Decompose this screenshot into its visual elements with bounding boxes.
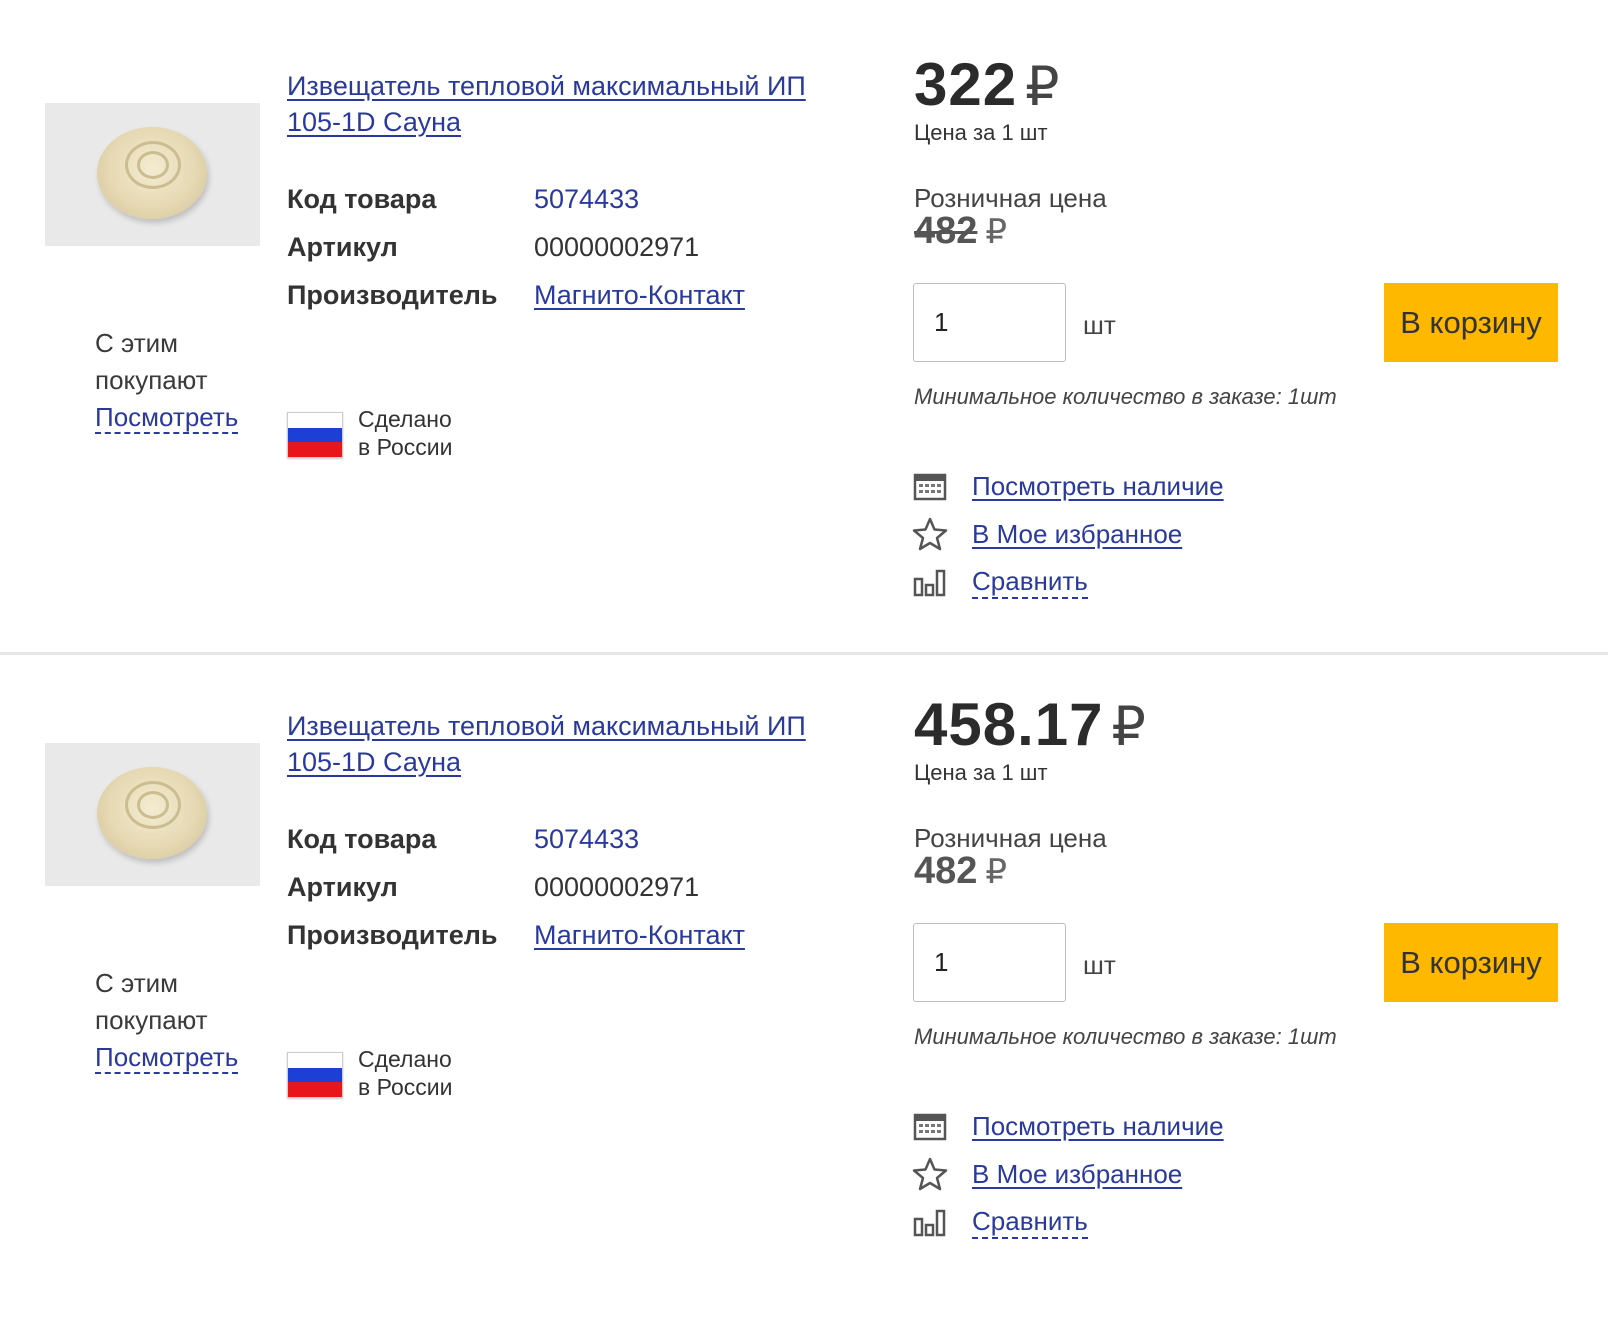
price: 458.17 ₽	[914, 690, 1147, 762]
also-buy-block: С этим покупают Посмотреть	[95, 325, 239, 436]
quantity-unit: шт	[1083, 950, 1116, 980]
made-in-line2: в России	[358, 1074, 453, 1100]
made-in-line1: Сделано	[358, 406, 452, 432]
product-card: С этим покупают Посмотреть Извещатель те…	[0, 0, 1608, 640]
product-specs: Код товара 5074433 Артикул 00000002971 Про…	[287, 815, 745, 959]
also-buy-link[interactable]: Посмотреть	[95, 402, 239, 434]
favorites-link[interactable]: В Мое избранное	[972, 519, 1182, 550]
also-buy-line1: С этим	[95, 968, 179, 998]
compare-link[interactable]: Сравнить	[972, 566, 1088, 599]
spec-article-value: 00000002971	[534, 232, 700, 262]
spec-code-value: 5074433	[534, 184, 640, 214]
product-specs: Код товара 5074433 Артикул 00000002971 Про…	[287, 175, 745, 319]
product-card: С этим покупают Посмотреть Извещатель те…	[0, 640, 1608, 1280]
price-per-unit: Цена за 1 шт	[914, 760, 1048, 785]
bar-chart-icon	[912, 564, 948, 600]
quantity-input[interactable]	[913, 923, 1066, 1002]
made-in-line2: в России	[358, 434, 453, 460]
compare-link[interactable]: Сравнить	[972, 1206, 1088, 1239]
spec-maker-label: Производитель	[287, 920, 498, 950]
availability-link[interactable]: Посмотреть наличие	[972, 471, 1224, 502]
retail-price-value: 482	[914, 210, 978, 252]
product-actions: Посмотреть наличие В Мое избранное Сравн…	[912, 462, 1224, 606]
spec-article-value: 00000002971	[534, 872, 700, 902]
spec-code-label: Код товара	[287, 824, 437, 854]
min-order-note: Минимальное количество в заказе: 1шт	[914, 384, 1337, 409]
star-icon	[912, 516, 948, 552]
also-buy-line2: покупают	[95, 365, 208, 395]
calendar-icon	[912, 1108, 948, 1144]
made-in-label: Сделано в России	[358, 1045, 452, 1101]
retail-price: 482 ₽	[914, 210, 1007, 253]
also-buy-block: С этим покупают Посмотреть	[95, 965, 239, 1076]
product-title-link[interactable]: Извещатель тепловой максимальный ИП 105-…	[287, 71, 806, 137]
spec-maker-link[interactable]: Магнито-Контакт	[534, 920, 745, 950]
product-title: Извещатель тепловой максимальный ИП 105-…	[287, 708, 847, 780]
spec-article-label: Артикул	[287, 872, 398, 902]
product-actions: Посмотреть наличие В Мое избранное Сравн…	[912, 1102, 1224, 1246]
spec-code-label: Код товара	[287, 184, 437, 214]
product-title: Извещатель тепловой максимальный ИП 105-…	[287, 68, 847, 140]
availability-link[interactable]: Посмотреть наличие	[972, 1111, 1224, 1142]
also-buy-line1: С этим	[95, 328, 179, 358]
retail-currency-symbol: ₽	[985, 853, 1008, 891]
price-value: 458.17	[914, 691, 1104, 758]
product-image[interactable]	[45, 743, 260, 886]
min-order-note: Минимальное количество в заказе: 1шт	[914, 1024, 1337, 1049]
spec-code-value: 5074433	[534, 824, 640, 854]
also-buy-link[interactable]: Посмотреть	[95, 1042, 239, 1074]
star-icon	[912, 1156, 948, 1192]
product-title-link[interactable]: Извещатель тепловой максимальный ИП 105-…	[287, 711, 806, 777]
spec-article-label: Артикул	[287, 232, 398, 262]
bar-chart-icon	[912, 1204, 948, 1240]
currency-symbol: ₽	[1025, 57, 1061, 117]
retail-price: 482 ₽	[914, 850, 1007, 893]
also-buy-line2: покупают	[95, 1005, 208, 1035]
made-in-label: Сделано в России	[358, 405, 452, 461]
spec-maker-link[interactable]: Магнито-Контакт	[534, 280, 745, 310]
made-in-line1: Сделано	[358, 1046, 452, 1072]
price-value: 322	[914, 51, 1018, 118]
quantity-input[interactable]	[913, 283, 1066, 362]
spec-maker-label: Производитель	[287, 280, 498, 310]
calendar-icon	[912, 468, 948, 504]
russia-flag-icon	[287, 412, 343, 458]
currency-symbol: ₽	[1111, 697, 1147, 757]
price: 322 ₽	[914, 50, 1060, 122]
price-per-unit: Цена за 1 шт	[914, 120, 1048, 145]
product-image[interactable]	[45, 103, 260, 246]
quantity-unit: шт	[1083, 310, 1116, 340]
retail-price-value: 482	[914, 850, 978, 892]
russia-flag-icon	[287, 1052, 343, 1098]
favorites-link[interactable]: В Мое избранное	[972, 1159, 1182, 1190]
add-to-cart-button[interactable]: В корзину	[1384, 283, 1558, 362]
add-to-cart-button[interactable]: В корзину	[1384, 923, 1558, 1002]
retail-currency-symbol: ₽	[985, 213, 1008, 251]
